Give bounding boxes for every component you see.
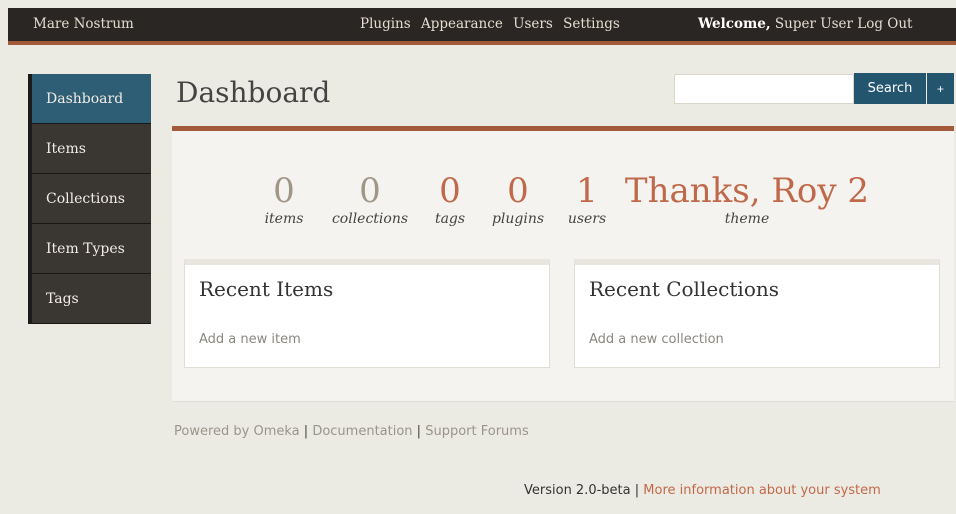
sidebar-item-items[interactable]: Items [32,124,151,174]
stat-value: 0 [507,171,529,211]
stat-value: 1 [576,171,598,211]
search-button[interactable]: Search [854,73,926,104]
version-text: Version 2.0-beta [524,483,631,498]
recent-items-card: Recent Items Add a new item [184,259,550,368]
stat-label: users [567,211,607,227]
search-input[interactable] [674,74,854,104]
sidebar-item-collections[interactable]: Collections [32,174,151,224]
add-new-item-link[interactable]: Add a new item [199,332,301,347]
stat-label: items [264,211,304,227]
sidebar: Dashboard Items Collections Item Types T… [28,74,151,324]
stat-value: 0 [359,171,381,211]
sidebar-item-item-types[interactable]: Item Types [32,224,151,274]
nav-users[interactable]: Users [513,16,553,32]
version-info: Version 2.0-beta | More information abou… [524,483,881,498]
stat-value: 0 [439,171,461,211]
stat-label: tags [434,211,466,227]
recent-collections-title: Recent Collections [589,277,779,301]
stat-label: theme [724,211,770,227]
stat-value: 0 [273,171,295,211]
sidebar-item-dashboard[interactable]: Dashboard [32,74,151,124]
dashboard-panel: 0 items 0 collections 0 tags 0 plugins 1… [172,126,954,402]
top-bar: Mare Nostrum Plugins Appearance Users Se… [8,8,956,45]
stat-value: Thanks, Roy 2 [624,171,870,211]
documentation-link[interactable]: Documentation [312,424,412,439]
welcome-text: Welcome, [698,16,771,32]
add-new-collection-link[interactable]: Add a new collection [589,332,724,347]
powered-by-omeka-link[interactable]: Powered by Omeka [174,424,300,439]
user-nav: Welcome, Super User Log Out [698,16,912,32]
page-title: Dashboard [176,76,331,109]
stat-collections[interactable]: 0 collections [322,171,418,227]
version-separator: | [634,483,640,498]
advanced-search-button[interactable]: + [927,73,954,104]
footer-separator: | [416,424,422,439]
footer-separator: | [303,424,309,439]
user-name-link[interactable]: Super User [775,16,853,32]
stat-label: collections [331,211,409,227]
stat-items[interactable]: 0 items [258,171,310,227]
logout-link[interactable]: Log Out [857,16,912,32]
recent-items-title: Recent Items [199,277,334,301]
recent-collections-card: Recent Collections Add a new collection [574,259,940,368]
stat-plugins[interactable]: 0 plugins [482,171,554,227]
stat-users[interactable]: 1 users [562,171,612,227]
system-info-link[interactable]: More information about your system [643,483,881,498]
footer: Powered by Omeka | Documentation | Suppo… [174,424,529,439]
stat-tags[interactable]: 0 tags [426,171,474,227]
site-title-link[interactable]: Mare Nostrum [33,16,134,32]
nav-appearance[interactable]: Appearance [421,16,503,32]
global-nav: Plugins Appearance Users Settings [360,16,626,32]
support-forums-link[interactable]: Support Forums [425,424,529,439]
nav-settings[interactable]: Settings [563,16,620,32]
sidebar-item-tags[interactable]: Tags [32,274,151,324]
stat-label: plugins [491,211,545,227]
stat-theme[interactable]: Thanks, Roy 2 theme [624,171,870,227]
nav-plugins[interactable]: Plugins [360,16,411,32]
